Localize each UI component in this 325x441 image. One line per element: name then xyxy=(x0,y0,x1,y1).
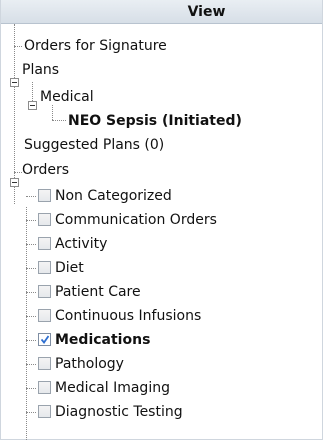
tree-line xyxy=(26,207,27,440)
tree-line xyxy=(26,244,36,245)
tree-line xyxy=(26,268,36,269)
tree-line xyxy=(26,340,36,341)
tree-item-label: Medications xyxy=(55,332,151,348)
category-checkbox[interactable] xyxy=(38,405,51,418)
tree-item-label: Plans xyxy=(22,62,60,78)
tree-line xyxy=(26,412,36,413)
category-checkbox[interactable] xyxy=(38,261,51,274)
tree-item-medical[interactable]: Medical xyxy=(40,85,94,109)
tree-item-continuous-infusions[interactable]: Continuous Infusions xyxy=(55,304,201,328)
tree-line xyxy=(26,388,36,389)
tree-line xyxy=(14,172,22,173)
tree-item-label: Activity xyxy=(55,236,108,252)
collapse-icon[interactable] xyxy=(10,78,19,87)
category-checkbox[interactable] xyxy=(38,333,51,346)
category-checkbox[interactable] xyxy=(38,237,51,250)
tree-item-label: Pathology xyxy=(55,356,124,372)
tree-item-communication-orders[interactable]: Communication Orders xyxy=(55,208,217,232)
tree-item-diet[interactable]: Diet xyxy=(55,256,84,280)
category-checkbox[interactable] xyxy=(38,213,51,226)
tree-item-patient-care[interactable]: Patient Care xyxy=(55,280,141,304)
category-checkbox[interactable] xyxy=(38,357,51,370)
tree-line xyxy=(26,196,36,197)
category-checkbox[interactable] xyxy=(38,309,51,322)
panel-header: View xyxy=(1,0,322,24)
collapse-icon[interactable] xyxy=(28,101,37,110)
tree-item-label: Medical Imaging xyxy=(55,380,170,396)
tree-line xyxy=(26,292,36,293)
tree-item-medical-imaging[interactable]: Medical Imaging xyxy=(55,376,170,400)
tree-item-label: NEO Sepsis (Initiated) xyxy=(68,113,242,129)
tree-item-plans[interactable]: Plans xyxy=(22,58,59,82)
tree-item-label: Orders xyxy=(22,162,70,178)
tree-line xyxy=(14,46,22,47)
tree-item-label: Orders for Signature xyxy=(24,38,167,54)
tree-item-diagnostic-testing[interactable]: Diagnostic Testing xyxy=(55,400,183,424)
tree-item-label: Suggested Plans (0) xyxy=(24,137,165,153)
tree-item-suggested-plans[interactable]: Suggested Plans (0) xyxy=(24,133,164,157)
tree-line xyxy=(52,120,66,121)
tree-item-neo-sepsis[interactable]: NEO Sepsis (Initiated) xyxy=(68,109,242,133)
tree-item-label: Continuous Infusions xyxy=(55,308,202,324)
tree-item-orders[interactable]: Orders xyxy=(22,158,69,182)
checkmark-icon xyxy=(41,335,49,344)
tree-item-non-categorized[interactable]: Non Categorized xyxy=(55,184,172,208)
tree-item-label: Communication Orders xyxy=(55,212,217,228)
category-checkbox[interactable] xyxy=(38,189,51,202)
tree-item-label: Non Categorized xyxy=(55,188,172,204)
tree-line xyxy=(14,24,15,204)
tree-item-activity[interactable]: Activity xyxy=(55,232,107,256)
tree-item-orders-for-signature[interactable]: Orders for Signature xyxy=(24,34,167,58)
tree-item-label: Patient Care xyxy=(55,284,141,300)
tree-item-label: Medical xyxy=(40,89,94,105)
tree-line xyxy=(26,316,36,317)
tree-line xyxy=(26,220,36,221)
category-checkbox[interactable] xyxy=(38,285,51,298)
tree-item-label: Diet xyxy=(55,260,84,276)
tree-item-pathology[interactable]: Pathology xyxy=(55,352,124,376)
category-checkbox[interactable] xyxy=(38,381,51,394)
collapse-icon[interactable] xyxy=(10,178,19,187)
view-tree: Orders for Signature Plans Medical NEO S… xyxy=(1,24,322,440)
tree-item-label: Diagnostic Testing xyxy=(55,404,183,420)
view-panel: View Orders for Signature Plans Medical … xyxy=(0,0,323,440)
tree-item-medications[interactable]: Medications xyxy=(55,328,150,352)
tree-line xyxy=(26,364,36,365)
